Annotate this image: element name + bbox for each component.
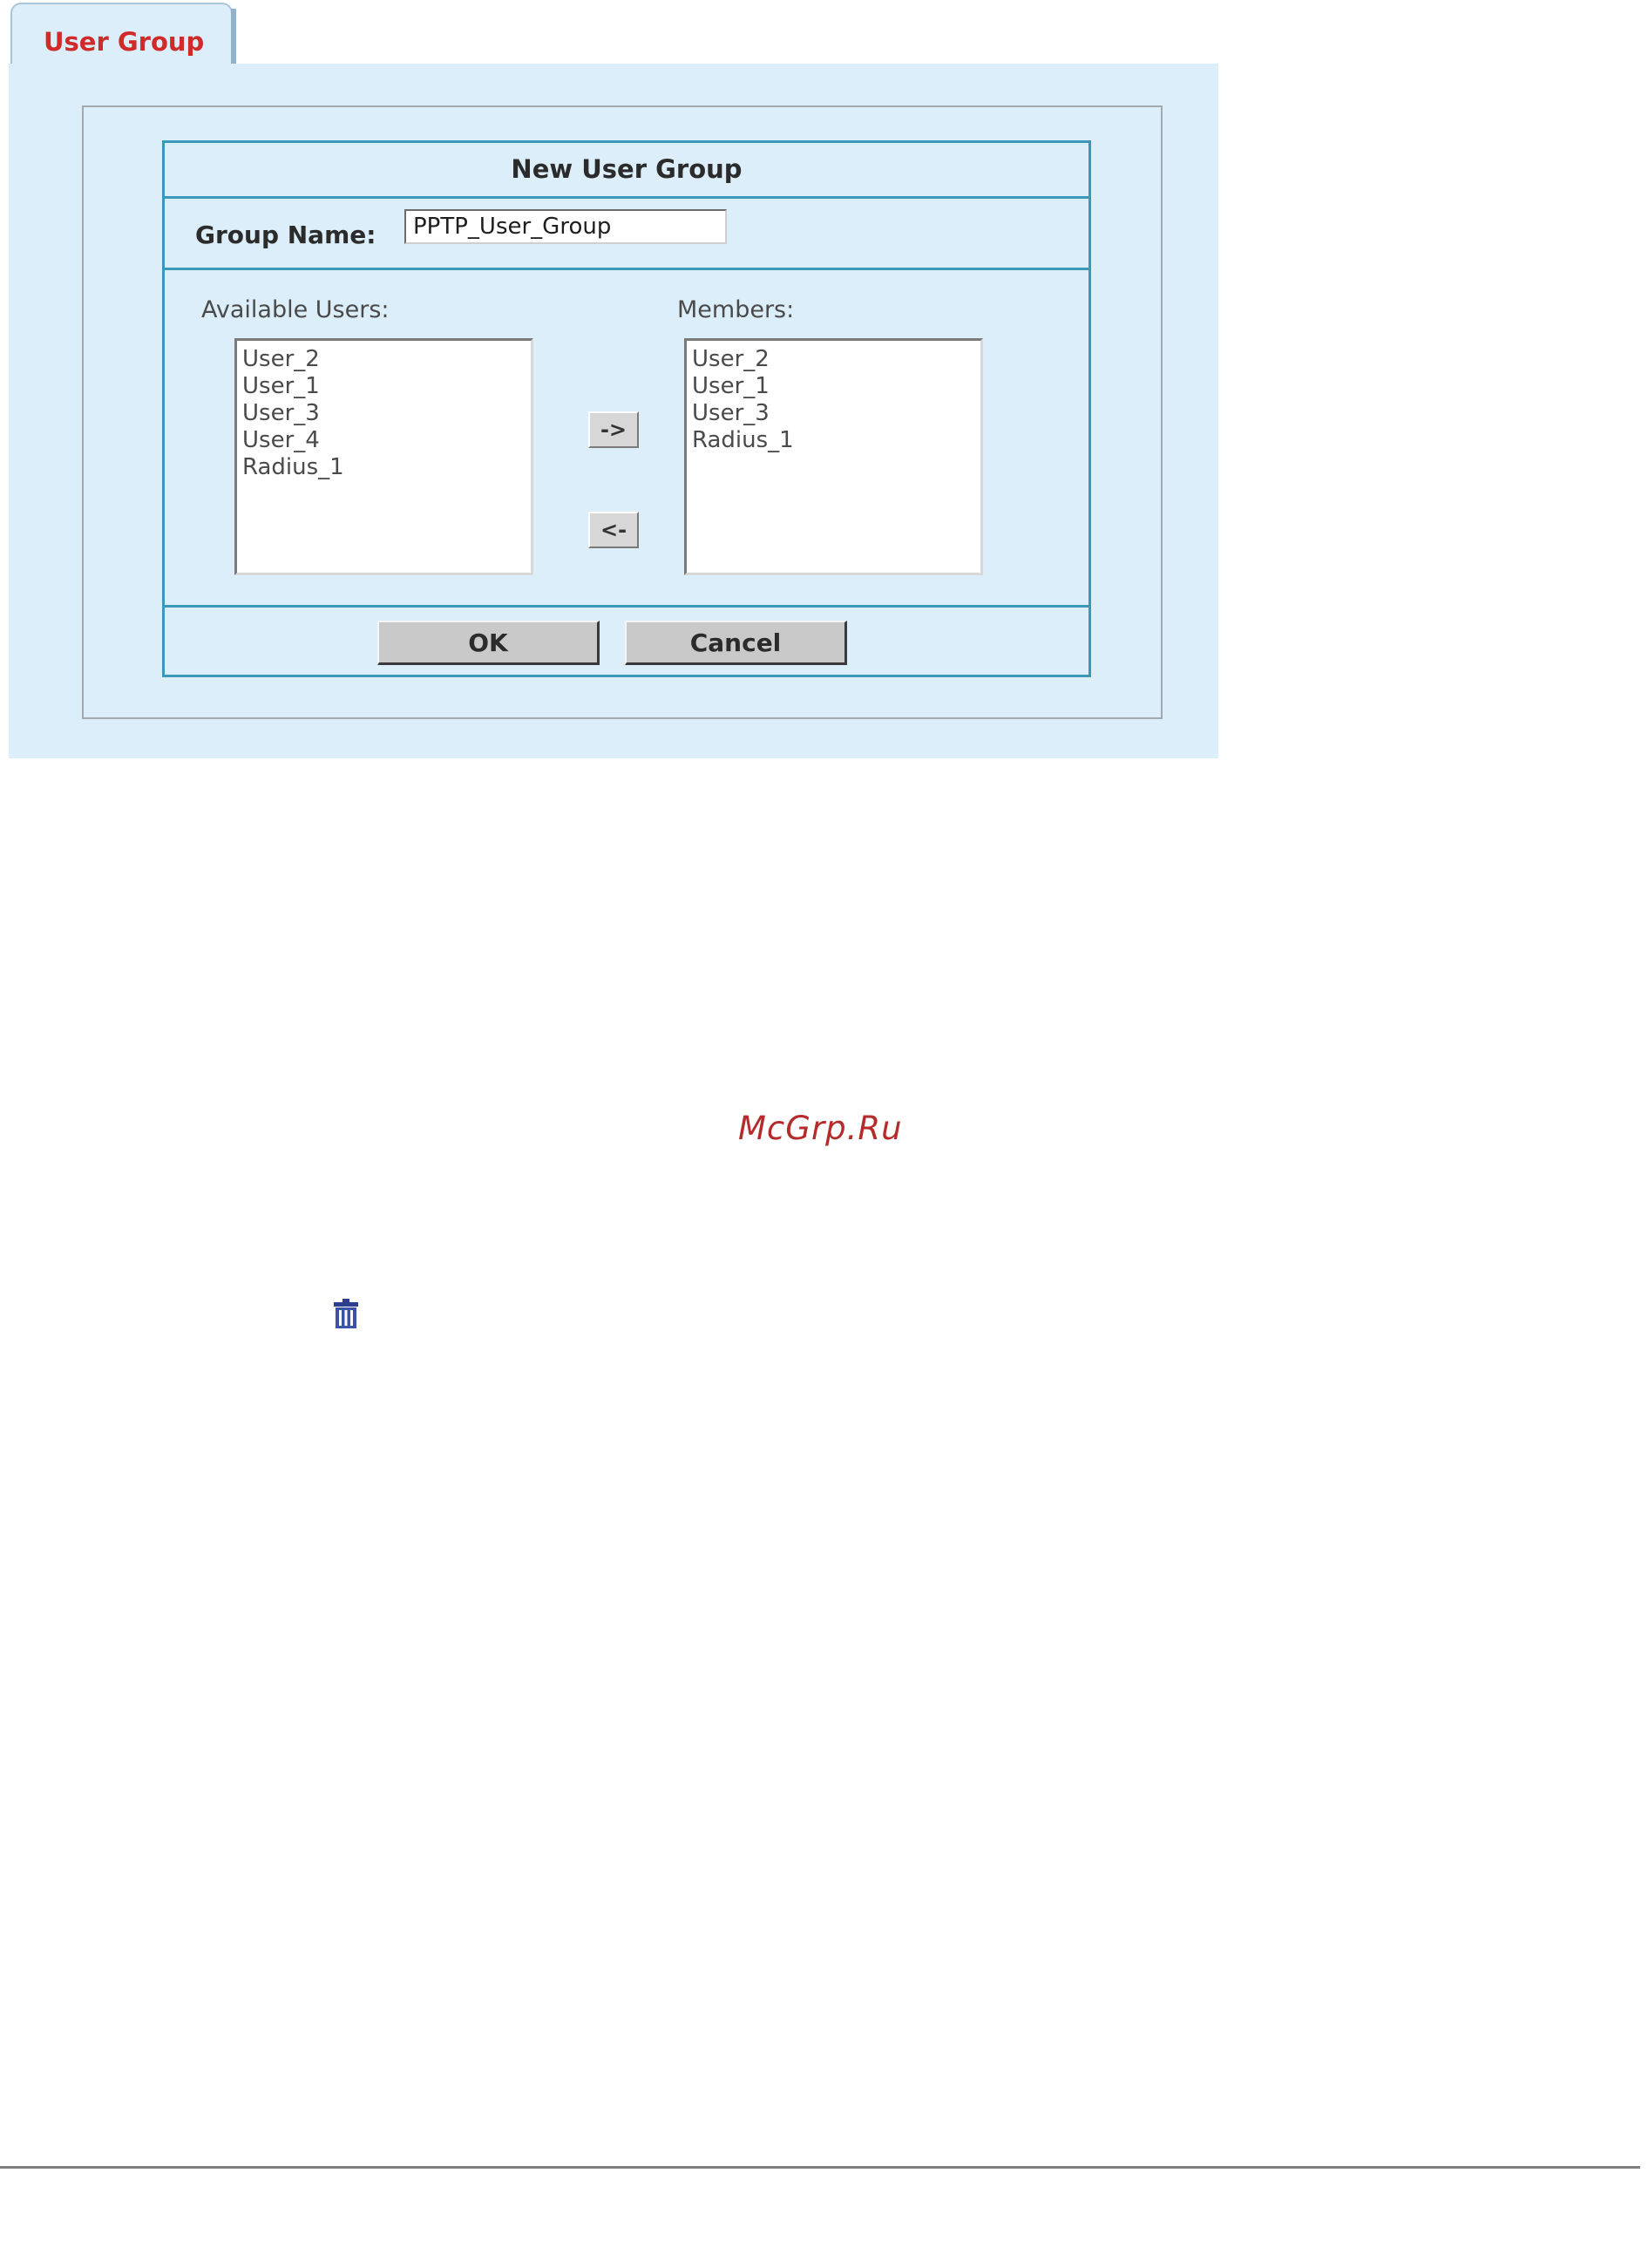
dialog-title: New User Group [165, 143, 1088, 199]
trash-icon[interactable] [331, 1298, 361, 1329]
list-item[interactable]: User_4 [242, 427, 526, 454]
list-item[interactable]: Radius_1 [692, 427, 975, 454]
list-item[interactable]: User_1 [692, 373, 975, 400]
list-item[interactable]: User_3 [692, 400, 975, 427]
list-item[interactable]: User_1 [242, 373, 526, 400]
group-name-row: Group Name: [165, 199, 1088, 270]
list-item[interactable]: User_3 [242, 400, 526, 427]
members-list[interactable]: User_2 User_1 User_3 Radius_1 [684, 338, 983, 575]
tab-edge [231, 9, 236, 65]
users-lists-row: Available Users: Members: User_2 User_1 … [165, 270, 1088, 608]
group-name-label: Group Name: [195, 221, 376, 249]
footer-divider [0, 2166, 1640, 2169]
available-users-list[interactable]: User_2 User_1 User_3 User_4 Radius_1 [234, 338, 533, 575]
cancel-button[interactable]: Cancel [625, 621, 847, 665]
members-label: Members: [677, 296, 795, 323]
tab-user-group[interactable]: User Group [10, 3, 233, 65]
new-user-group-dialog: New User Group Group Name: Available Use… [162, 140, 1091, 677]
remove-member-button[interactable]: <- [588, 512, 639, 548]
watermark-text: McGrp.Ru [738, 1110, 903, 1147]
main-panel: New User Group Group Name: Available Use… [9, 64, 1218, 758]
ok-button[interactable]: OK [377, 621, 600, 665]
add-member-button[interactable]: -> [588, 411, 639, 448]
list-item[interactable]: Radius_1 [242, 454, 526, 481]
available-users-label: Available Users: [201, 296, 390, 323]
list-item[interactable]: User_2 [692, 346, 975, 373]
dialog-buttons-row: OK Cancel [165, 608, 1088, 675]
group-name-input[interactable] [404, 209, 727, 244]
list-item[interactable]: User_2 [242, 346, 526, 373]
tab-user-group-label: User Group [44, 27, 205, 57]
